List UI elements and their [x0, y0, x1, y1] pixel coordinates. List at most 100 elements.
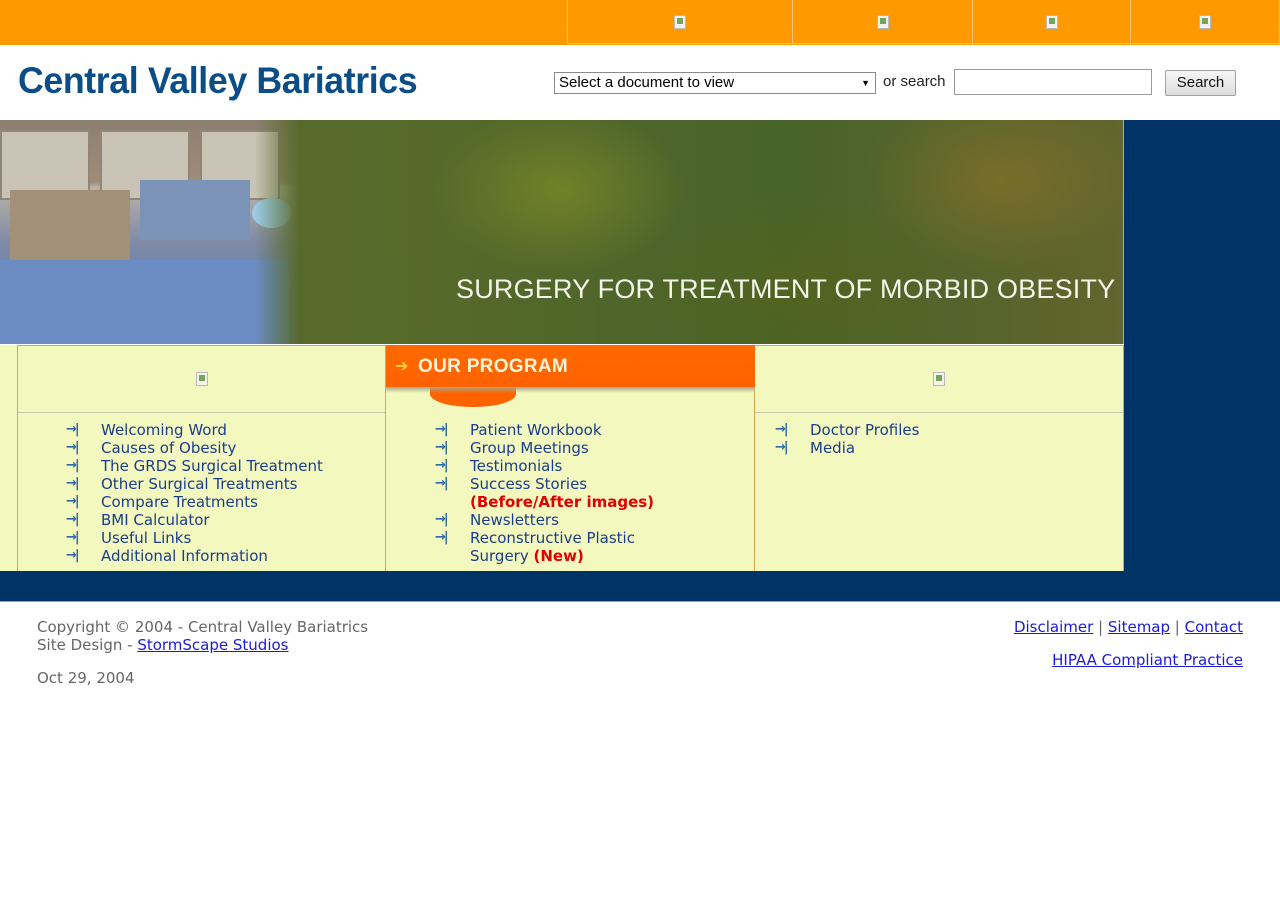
column-doctors: →| Doctor Profiles →| Media	[755, 345, 1124, 571]
arrow-bar-icon: →|	[66, 512, 80, 527]
header-shadow	[386, 387, 755, 393]
nav-image-2[interactable]	[792, 0, 972, 44]
arrow-bar-icon: →|	[435, 530, 449, 545]
menu-item-label: Compare Treatments	[101, 493, 258, 511]
arrow-bar-icon: →|	[435, 512, 449, 527]
arrow-bar-icon: →|	[435, 476, 449, 491]
hipaa-link[interactable]: HIPAA Compliant Practice	[1052, 651, 1243, 669]
menu-item[interactable]: →| Compare Treatments	[66, 493, 323, 511]
broken-image-icon	[876, 14, 889, 29]
drape-shape	[0, 260, 290, 344]
menu-item[interactable]: →| Newsletters	[435, 511, 654, 529]
arrow-bar-icon: →|	[66, 458, 80, 473]
broken-image-icon	[933, 372, 945, 386]
before-after-note: (Before/After images)	[470, 493, 655, 511]
nav-image-3[interactable]	[972, 0, 1130, 44]
menu-item[interactable]: →| Additional Information	[66, 547, 323, 565]
new-badge: (New)	[533, 547, 584, 565]
menu-item[interactable]: →| Patient Workbook	[435, 421, 654, 439]
about-menu: →| Welcoming Word →| Causes of Obesity →| The…	[66, 421, 323, 565]
menu-item-label: Additional Information	[101, 547, 268, 565]
arrow-bar-icon: →|	[66, 548, 80, 563]
menu-item-label: Causes of Obesity	[101, 439, 237, 457]
site-design-label: Site Design -	[37, 636, 138, 654]
menu-item-label: Newsletters	[470, 511, 559, 529]
banner-title: SURGERY FOR TREATMENT OF MORBID OBESITY	[456, 274, 1116, 304]
disclaimer-link[interactable]: Disclaimer	[1014, 618, 1093, 636]
document-select[interactable]: Select a document to view ▼	[554, 72, 876, 94]
arrow-bar-icon: →|	[435, 458, 449, 473]
arrow-bar-icon: →|	[435, 440, 449, 455]
menu-item[interactable]: →| The GRDS Surgical Treatment	[66, 457, 323, 475]
menu-item-label: Doctor Profiles	[810, 421, 920, 439]
or-search-label: or search	[883, 73, 946, 90]
menu-item-label: Other Surgical Treatments	[101, 475, 298, 493]
hipaa-line: HIPAA Compliant Practice	[1052, 651, 1243, 669]
left-strip	[0, 345, 18, 571]
arrow-right-icon: ➔	[395, 356, 409, 375]
menu-item[interactable]: →| Testimonials	[435, 457, 654, 475]
arrow-bar-icon: →|	[66, 440, 80, 455]
arrow-bar-icon: →|	[66, 476, 80, 491]
dropdown-arrow-icon: ▼	[861, 78, 870, 88]
link-separator: |	[1174, 618, 1180, 636]
program-header: ➔ OUR PROGRAM	[386, 345, 755, 407]
menu-item[interactable]: →| Causes of Obesity	[66, 439, 323, 457]
menu-item[interactable]: →| Doctor Profiles	[775, 421, 920, 439]
menu-item[interactable]: →| Useful Links	[66, 529, 323, 547]
arrow-bar-icon: →|	[775, 440, 789, 455]
menu-item[interactable]: →| Group Meetings	[435, 439, 654, 457]
navy-bottom-band	[0, 571, 1280, 601]
copyright-text: Copyright © 2004 - Central Valley Bariat…	[37, 618, 369, 636]
surgery-tools-photo	[0, 120, 300, 344]
menu-item-label: Success Stories	[470, 475, 588, 493]
menu-item-label: Media	[810, 439, 856, 457]
menu-item-label: Welcoming Word	[101, 421, 227, 439]
header-tab-shape	[430, 381, 516, 407]
tray-shape	[10, 190, 130, 260]
menu-item-label: Useful Links	[101, 529, 192, 547]
cloth-shape	[140, 180, 250, 240]
menu-item[interactable]: →| Welcoming Word	[66, 421, 323, 439]
nav-image-4[interactable]	[1130, 0, 1280, 44]
site-design-line: Site Design - StormScape Studios	[37, 636, 288, 654]
hero-banner: SURGERY FOR TREATMENT OF MORBID OBESITY	[0, 120, 1124, 344]
program-header-label: OUR PROGRAM	[418, 356, 569, 377]
menu-item[interactable]: →| Media	[775, 439, 919, 457]
column-header-image	[755, 345, 1123, 413]
broken-image-icon	[1045, 14, 1058, 29]
contact-link[interactable]: Contact	[1185, 618, 1243, 636]
menu-item[interactable]: →| Reconstructive Plastic Surgery (New)	[435, 529, 654, 565]
column-header-image	[18, 345, 385, 413]
bowl-shape	[252, 198, 292, 228]
footer-links: Disclaimer | Sitemap | Contact	[1014, 618, 1243, 636]
menu-item[interactable]: →| BMI Calculator	[66, 511, 323, 529]
nav-image-1[interactable]	[567, 0, 792, 44]
menu-item-label: Surgery	[470, 547, 529, 565]
site-logo[interactable]: Central Valley Bariatrics	[18, 60, 418, 102]
column-about: →| Welcoming Word →| Causes of Obesity →| The…	[18, 345, 386, 571]
search-button[interactable]: Search	[1165, 70, 1236, 96]
doctors-menu: →| Doctor Profiles →| Media	[775, 421, 920, 457]
menu-item-label: Testimonials	[470, 457, 563, 475]
menu-item-label: BMI Calculator	[101, 511, 210, 529]
arrow-bar-icon: →|	[66, 530, 80, 545]
menu-item-label: The GRDS Surgical Treatment	[101, 457, 323, 475]
menu-item-label: Patient Workbook	[470, 421, 602, 439]
stormscape-link[interactable]: StormScape Studios	[137, 636, 288, 654]
arrow-bar-icon: →|	[775, 422, 789, 437]
menu-item[interactable]: →| Success Stories (Before/After images)	[435, 475, 655, 511]
search-input[interactable]	[954, 69, 1152, 95]
link-separator: |	[1098, 618, 1104, 636]
sitemap-link[interactable]: Sitemap	[1108, 618, 1170, 636]
broken-image-icon	[195, 372, 208, 386]
divider	[0, 601, 1280, 602]
program-menu: →| Patient Workbook →| Group Meetings →| Test…	[435, 421, 655, 565]
column-program: ➔ OUR PROGRAM →| Patient Workbook →| Group …	[386, 345, 755, 571]
arrow-bar-icon: →|	[66, 494, 80, 509]
broken-image-icon	[1199, 14, 1211, 29]
menu-item[interactable]: →| Other Surgical Treatments	[66, 475, 323, 493]
arrow-bar-icon: →|	[435, 422, 449, 437]
menu-item-label: Group Meetings	[470, 439, 589, 457]
date-text: Oct 29, 2004	[37, 669, 135, 687]
